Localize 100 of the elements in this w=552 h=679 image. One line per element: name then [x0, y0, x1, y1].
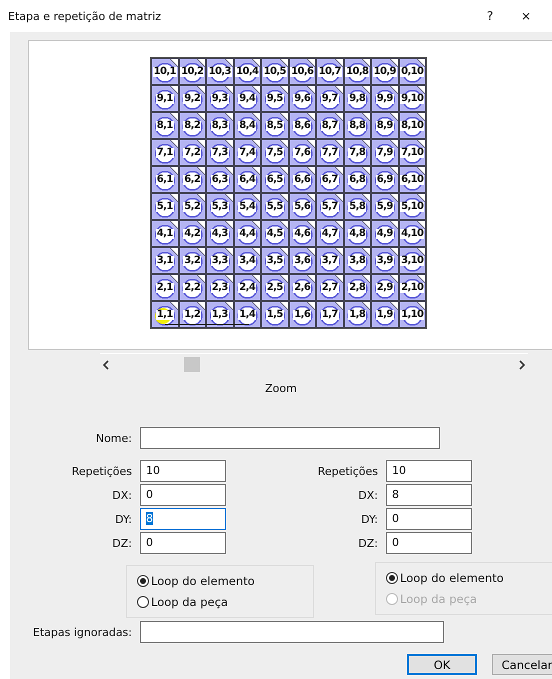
matrix-cell[interactable]: 10,8 — [344, 58, 371, 85]
matrix-cell[interactable]: 7,10 — [398, 139, 426, 166]
matrix-cell[interactable]: 9,1 — [151, 85, 178, 112]
matrix-cell[interactable]: 9,7 — [316, 85, 344, 112]
matrix-cell[interactable]: 6,9 — [371, 166, 398, 193]
matrix-cell[interactable]: 7,2 — [178, 139, 206, 166]
matrix-cell[interactable]: 4,6 — [288, 220, 316, 247]
matrix-cell[interactable]: 9,2 — [178, 85, 206, 112]
matrix-cell[interactable]: 5,7 — [316, 193, 344, 220]
input-field[interactable]: 0 — [386, 508, 472, 530]
matrix-cell[interactable]: 9,9 — [371, 85, 398, 112]
input-field[interactable]: 0 — [140, 484, 226, 506]
matrix-cell[interactable]: 2,8 — [344, 274, 371, 301]
matrix-cell[interactable]: 3,1 — [151, 247, 178, 274]
radio-option[interactable]: Loop do elemento — [386, 571, 552, 585]
matrix-cell[interactable]: 8,2 — [178, 112, 206, 139]
radio-option[interactable]: Loop do elemento — [137, 574, 303, 588]
matrix-cell[interactable]: 3,3 — [206, 247, 234, 274]
input-field[interactable] — [140, 621, 444, 643]
matrix-cell[interactable]: 4,7 — [316, 220, 344, 247]
matrix-cell[interactable]: 4,3 — [206, 220, 234, 247]
matrix-cell[interactable]: 3,5 — [261, 247, 288, 274]
matrix-cell[interactable]: 1,5 — [261, 301, 288, 328]
matrix-cell[interactable]: 5,10 — [398, 193, 426, 220]
matrix-cell[interactable]: 6,10 — [398, 166, 426, 193]
matrix-cell[interactable]: 2,3 — [206, 274, 234, 301]
matrix-cell[interactable]: 5,8 — [344, 193, 371, 220]
matrix-cell[interactable]: 4,5 — [261, 220, 288, 247]
matrix-cell[interactable]: 10,6 — [288, 58, 316, 85]
matrix-cell[interactable]: 3,6 — [288, 247, 316, 274]
matrix-cell[interactable]: 3,8 — [344, 247, 371, 274]
matrix-cell[interactable]: 1,10 — [398, 301, 426, 328]
matrix-cell[interactable]: 3,2 — [178, 247, 206, 274]
cancel-button[interactable]: Cancelar — [492, 654, 552, 675]
input-field[interactable] — [140, 427, 440, 449]
input-field[interactable]: 10 — [386, 460, 472, 482]
matrix-cell[interactable]: 10,2 — [178, 58, 206, 85]
matrix-cell[interactable]: 9,10 — [398, 85, 426, 112]
matrix-cell[interactable]: 7,4 — [234, 139, 261, 166]
matrix-cell[interactable]: 10,7 — [316, 58, 344, 85]
matrix-cell[interactable]: 10,9 — [371, 58, 398, 85]
matrix-cell[interactable]: 2,2 — [178, 274, 206, 301]
matrix-cell[interactable]: 3,7 — [316, 247, 344, 274]
matrix-cell[interactable]: 7,7 — [316, 139, 344, 166]
input-field[interactable]: 8 — [140, 508, 226, 530]
matrix-cell[interactable]: 2,4 — [234, 274, 261, 301]
matrix-cell[interactable]: 6,3 — [206, 166, 234, 193]
matrix-cell[interactable]: 8,7 — [316, 112, 344, 139]
matrix-cell[interactable]: 6,1 — [151, 166, 178, 193]
matrix-cell[interactable]: 5,4 — [234, 193, 261, 220]
radio-option[interactable]: Loop da peça — [137, 595, 303, 609]
scroll-left-icon[interactable] — [102, 360, 110, 370]
matrix-cell[interactable]: 3,9 — [371, 247, 398, 274]
matrix-cell[interactable]: 7,6 — [288, 139, 316, 166]
matrix-cell[interactable]: 7,1 — [151, 139, 178, 166]
matrix-cell[interactable]: 2,7 — [316, 274, 344, 301]
matrix-cell[interactable]: 8,1 — [151, 112, 178, 139]
radio-button[interactable] — [386, 572, 398, 584]
matrix-cell[interactable]: 7,3 — [206, 139, 234, 166]
matrix-cell[interactable]: 5,5 — [261, 193, 288, 220]
ok-button[interactable]: OK — [407, 654, 477, 675]
matrix-cell[interactable]: 2,1 — [151, 274, 178, 301]
matrix-cell[interactable]: 8,4 — [234, 112, 261, 139]
matrix-cell[interactable]: 1,8 — [344, 301, 371, 328]
matrix-cell[interactable]: 4,8 — [344, 220, 371, 247]
matrix-cell[interactable]: 7,8 — [344, 139, 371, 166]
input-field[interactable]: 10 — [140, 460, 226, 482]
help-button[interactable]: ? — [472, 9, 508, 23]
input-field[interactable]: 8 — [386, 484, 472, 506]
matrix-cell[interactable]: 6,6 — [288, 166, 316, 193]
matrix-cell[interactable]: 3,10 — [398, 247, 426, 274]
matrix-cell[interactable]: 5,6 — [288, 193, 316, 220]
matrix-cell[interactable]: 4,1 — [151, 220, 178, 247]
matrix-cell[interactable]: 1,4 — [234, 301, 261, 328]
matrix-cell[interactable]: 8,10 — [398, 112, 426, 139]
matrix-cell[interactable]: 4,10 — [398, 220, 426, 247]
matrix-cell[interactable]: 2,5 — [261, 274, 288, 301]
matrix-cell[interactable]: 2,9 — [371, 274, 398, 301]
matrix-cell[interactable]: 4,2 — [178, 220, 206, 247]
radio-button[interactable] — [137, 596, 149, 608]
matrix-cell[interactable]: 5,9 — [371, 193, 398, 220]
matrix-cell[interactable]: 1,3 — [206, 301, 234, 328]
matrix-cell[interactable]: 8,3 — [206, 112, 234, 139]
matrix-cell[interactable]: 8,5 — [261, 112, 288, 139]
matrix-cell[interactable]: 9,5 — [261, 85, 288, 112]
radio-button[interactable] — [137, 575, 149, 587]
matrix-cell[interactable]: 9,8 — [344, 85, 371, 112]
matrix-cell[interactable]: 9,3 — [206, 85, 234, 112]
matrix-cell[interactable]: 10,5 — [261, 58, 288, 85]
matrix-cell[interactable]: 1,7 — [316, 301, 344, 328]
matrix-cell[interactable]: 0,10 — [398, 58, 426, 85]
matrix-cell[interactable]: 3,4 — [234, 247, 261, 274]
matrix-cell[interactable]: 1,2 — [178, 301, 206, 328]
input-field[interactable]: 0 — [140, 532, 226, 554]
scroll-thumb[interactable] — [184, 357, 200, 372]
matrix-cell[interactable]: 10,1 — [151, 58, 178, 85]
matrix-cell[interactable]: 7,9 — [371, 139, 398, 166]
close-button[interactable]: × — [508, 9, 544, 23]
matrix-cell[interactable]: 10,3 — [206, 58, 234, 85]
matrix-cell[interactable]: 9,6 — [288, 85, 316, 112]
